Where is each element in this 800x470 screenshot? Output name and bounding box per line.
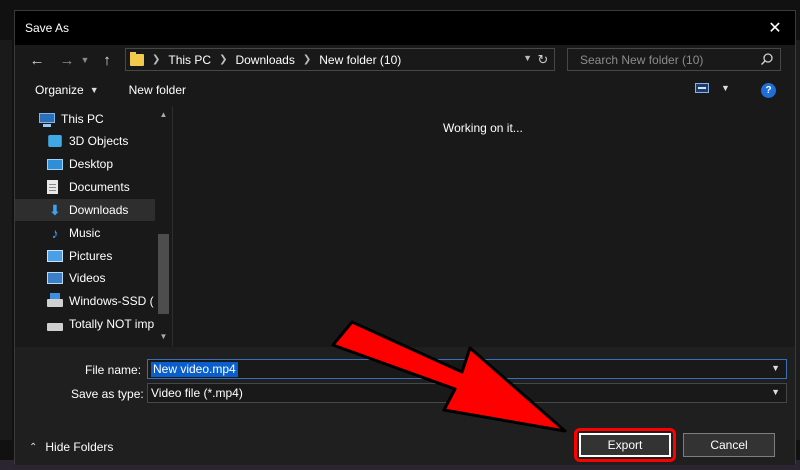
sidebar-item-label: Windows-SSD (: [69, 294, 154, 308]
back-button[interactable]: ←: [25, 48, 49, 72]
sidebar-item-windows-ssd[interactable]: Windows-SSD (: [47, 290, 155, 312]
breadcrumb-downloads[interactable]: Downloads: [235, 53, 294, 67]
cancel-button[interactable]: Cancel: [683, 433, 775, 457]
scroll-down-icon[interactable]: ▼: [158, 332, 169, 344]
address-dropdown-icon[interactable]: ▼: [523, 53, 532, 63]
navigation-bar: ← → ▼ ↑ ❯ This PC ❯ Downloads ❯ New fold…: [15, 45, 795, 75]
chevron-down-icon[interactable]: ▼: [771, 387, 780, 397]
breadcrumb-new-folder[interactable]: New folder (10): [319, 53, 401, 67]
save-as-dialog: Save As ✕ ← → ▼ ↑ ❯ This PC ❯ Downloads …: [14, 10, 796, 465]
cancel-label: Cancel: [710, 438, 748, 452]
search-icon: [760, 52, 774, 66]
hide-folders-button[interactable]: ⌃ Hide Folders: [29, 440, 113, 454]
chevron-down-icon: ▼: [89, 85, 99, 95]
3d-objects-icon: [48, 135, 62, 147]
sidebar-item-label: 3D Objects: [69, 134, 129, 148]
file-name-label: File name:: [85, 363, 142, 377]
desktop-icon: [47, 158, 63, 170]
chevron-down-icon: ▼: [80, 55, 90, 65]
hide-folders-label: Hide Folders: [45, 440, 114, 454]
sidebar-item-downloads[interactable]: ⬇ Downloads: [15, 199, 155, 221]
background-window-edge: [0, 40, 12, 440]
videos-icon: [47, 272, 63, 284]
file-name-value[interactable]: New video.mp4: [151, 361, 238, 377]
sidebar-item-documents[interactable]: Documents: [47, 176, 155, 198]
sidebar-item-videos[interactable]: Videos: [47, 267, 155, 289]
recent-locations-button[interactable]: ▼: [79, 48, 91, 72]
up-arrow-icon: ↑: [103, 51, 111, 69]
up-button[interactable]: ↑: [95, 48, 119, 72]
file-name-field[interactable]: New video.mp4 ▼: [147, 359, 787, 379]
save-as-type-label: Save as type:: [71, 387, 144, 401]
new-folder-label: New folder: [128, 83, 186, 97]
save-as-type-value: Video file (*.mp4): [151, 386, 243, 400]
sidebar-item-label: Documents: [69, 180, 130, 194]
music-icon: ♪: [51, 225, 59, 241]
chevron-right-icon[interactable]: ❯: [152, 54, 160, 65]
documents-icon: [47, 180, 58, 194]
scroll-up-icon[interactable]: ▲: [158, 110, 169, 122]
drive-icon: [47, 293, 63, 307]
organize-button[interactable]: Organize ▼: [35, 83, 99, 97]
forward-button[interactable]: →: [55, 48, 79, 72]
sidebar-item-label: Music: [69, 226, 101, 240]
scrollbar-thumb[interactable]: [158, 234, 169, 314]
chevron-right-icon[interactable]: ❯: [303, 54, 311, 65]
search-input[interactable]: [580, 52, 760, 67]
sidebar-item-pictures[interactable]: Pictures: [47, 245, 155, 267]
save-form-panel: File name: New video.mp4 ▼ Save as type:…: [15, 347, 795, 465]
organize-label: Organize: [35, 83, 84, 97]
file-list-status-message: Working on it...: [443, 121, 523, 135]
help-button[interactable]: ?: [761, 83, 776, 98]
title-bar: Save As ✕: [15, 11, 795, 45]
breadcrumb-this-pc[interactable]: This PC: [168, 53, 211, 67]
sidebar-item-label: Pictures: [69, 249, 113, 263]
sidebar-item-label: Downloads: [69, 203, 129, 217]
sidebar-item-desktop[interactable]: Desktop: [47, 153, 155, 175]
refresh-icon: ↻: [537, 51, 549, 67]
sidebar-item-label: This PC: [61, 112, 104, 126]
navigation-pane: This PC 3D Objects Desktop Documents ⬇ D…: [15, 106, 173, 346]
chevron-down-icon[interactable]: ▼: [771, 363, 780, 373]
search-box[interactable]: [567, 48, 781, 71]
downloads-icon: ⬇: [49, 202, 61, 218]
close-icon: ✕: [768, 20, 782, 37]
export-label: Export: [607, 438, 643, 452]
sidebar-item-3d-objects[interactable]: 3D Objects: [47, 130, 155, 152]
navigation-pane-scrollbar[interactable]: ▲ ▼: [155, 106, 172, 346]
folder-icon: [130, 51, 144, 66]
sidebar-item-label: Totally NOT imp: [69, 317, 155, 331]
sidebar-item-this-pc[interactable]: This PC: [39, 108, 155, 130]
refresh-button[interactable]: ↻: [532, 49, 554, 70]
forward-arrow-icon: →: [59, 51, 75, 69]
command-toolbar: Organize ▼ New folder ▼ ?: [15, 75, 795, 105]
export-button[interactable]: Export: [579, 433, 671, 457]
sidebar-item-totally-not-imp[interactable]: Totally NOT imp: [47, 313, 155, 335]
chevron-up-icon: ⌃: [29, 441, 38, 453]
sidebar-item-label: Videos: [69, 271, 106, 285]
save-as-type-select[interactable]: Video file (*.mp4) ▼: [147, 383, 787, 403]
close-button[interactable]: ✕: [755, 11, 795, 45]
chevron-down-icon: ▼: [721, 83, 730, 93]
address-bar[interactable]: ❯ This PC ❯ Downloads ❯ New folder (10) …: [125, 48, 555, 71]
sidebar-item-label: Desktop: [69, 157, 114, 171]
chevron-right-icon[interactable]: ❯: [219, 54, 227, 65]
view-details-icon: [695, 83, 709, 93]
pictures-icon: [47, 250, 63, 262]
new-folder-button[interactable]: New folder: [129, 83, 186, 97]
sidebar-item-music[interactable]: ♪ Music: [47, 222, 155, 244]
back-arrow-icon: ←: [29, 51, 45, 69]
change-view-button[interactable]: ▼: [695, 83, 730, 93]
computer-icon: [39, 113, 55, 127]
dialog-title: Save As: [25, 21, 70, 35]
network-drive-icon: [47, 323, 63, 331]
help-icon: ?: [765, 85, 772, 96]
